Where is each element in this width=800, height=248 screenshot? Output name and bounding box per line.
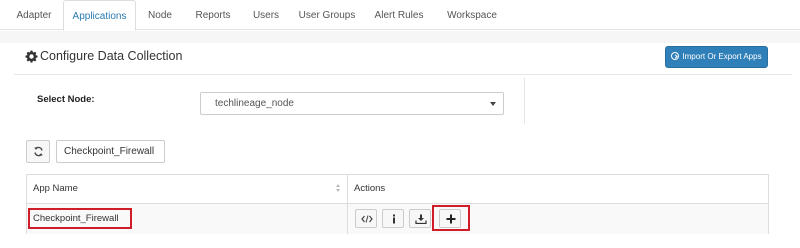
- import-export-label: Import Or Export Apps: [682, 52, 762, 61]
- info-button[interactable]: [382, 209, 404, 228]
- column-header-actions-label: Actions: [354, 183, 386, 194]
- table-row: Checkpoint_Firewall: [27, 203, 768, 234]
- column-header-app-name[interactable]: App Name: [27, 175, 347, 203]
- import-export-apps-button[interactable]: Import Or Export Apps: [665, 46, 768, 68]
- tab-node[interactable]: Node: [141, 0, 179, 30]
- download-icon: [415, 214, 427, 224]
- page-title: Configure Data Collection: [40, 49, 183, 63]
- header-divider: [14, 74, 792, 75]
- app-name-cell: Checkpoint_Firewall: [27, 204, 347, 234]
- select-node-label: Select Node:: [37, 94, 95, 105]
- tab-applications[interactable]: Applications: [63, 0, 136, 31]
- chevron-down-icon: [490, 102, 496, 106]
- sort-icon[interactable]: [336, 184, 341, 194]
- circle-arrow-icon: [671, 52, 680, 60]
- tab-bar: Adapter Applications Node Reports Users …: [0, 0, 800, 31]
- tab-workspace[interactable]: Workspace: [440, 0, 504, 30]
- column-header-app-name-label: App Name: [33, 183, 78, 194]
- tab-user-groups[interactable]: User Groups: [294, 0, 360, 30]
- tab-alert-rules[interactable]: Alert Rules: [369, 0, 429, 30]
- refresh-icon: [34, 146, 43, 157]
- app-filter-input[interactable]: [56, 140, 165, 163]
- gear-icon: [25, 50, 38, 63]
- code-icon: [361, 215, 373, 223]
- tab-users[interactable]: Users: [246, 0, 286, 30]
- download-button[interactable]: [409, 209, 431, 228]
- node-select[interactable]: techlineage_node: [200, 92, 504, 115]
- node-select-value: techlineage_node: [215, 98, 294, 109]
- info-icon: [393, 214, 395, 224]
- view-code-button[interactable]: [355, 209, 377, 228]
- apps-table: App Name Actions Checkpoint_Firewall: [26, 174, 769, 234]
- panel-top-band: [0, 31, 800, 43]
- refresh-button[interactable]: [26, 140, 50, 163]
- highlight-box: [28, 208, 132, 229]
- column-header-actions: Actions: [347, 175, 769, 203]
- actions-cell: [347, 204, 768, 234]
- highlight-box: [432, 205, 470, 231]
- tab-reports[interactable]: Reports: [188, 0, 238, 30]
- tab-adapter[interactable]: Adapter: [6, 0, 62, 30]
- vertical-divider: [524, 78, 525, 124]
